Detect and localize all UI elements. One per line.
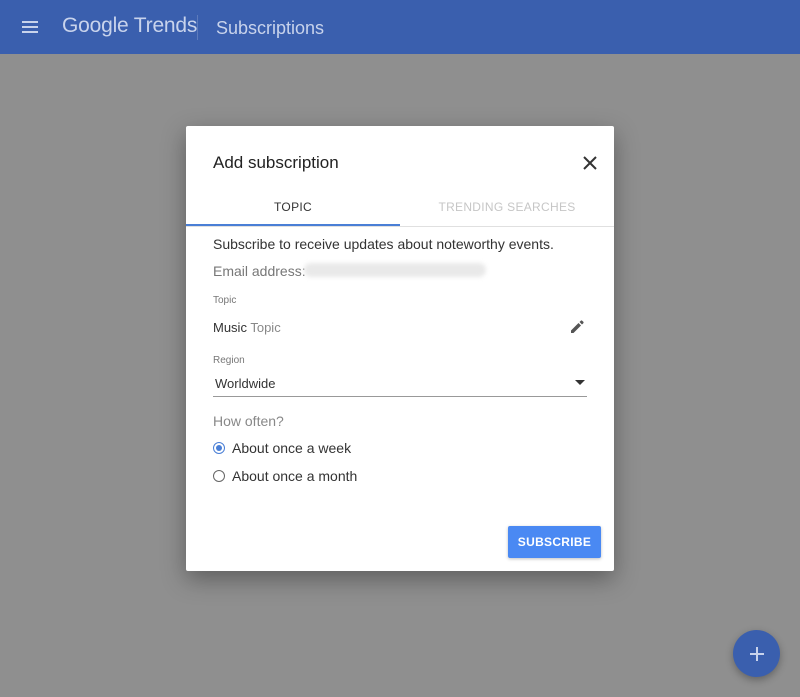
topic-name: Music [213,320,247,335]
radio-unchecked-icon[interactable] [213,470,225,482]
dialog-title: Add subscription [213,153,339,172]
frequency-option-label: About once a week [232,440,352,456]
dialog-description: Subscribe to receive updates about notew… [213,236,554,252]
region-label: Region [213,355,245,366]
add-subscription-fab[interactable] [733,630,780,677]
email-address-redacted [304,263,486,277]
google-trends-logo[interactable]: Google Trends [62,14,197,38]
tab-trending-searches[interactable]: TRENDING SEARCHES [400,188,614,226]
brand-trends: Trends [133,14,198,37]
subscribe-button[interactable]: SUBSCRIBE [508,526,601,558]
region-select[interactable]: Worldwide [213,374,587,397]
plus-icon [749,646,764,661]
topic-value: Music Topic [213,320,281,335]
active-tab-indicator [186,224,400,226]
subscription-tabs: TOPIC TRENDING SEARCHES [186,188,614,227]
frequency-option-month[interactable]: About once a month [213,467,357,485]
email-label: Email address: [213,263,306,279]
topic-type: Topic [250,320,281,335]
region-selected-value: Worldwide [215,376,276,391]
page-title: Subscriptions [216,18,325,38]
frequency-option-label: About once a month [232,468,358,484]
app-header: Google Trends Subscriptions [0,0,800,54]
frequency-option-week[interactable]: About once a week [213,439,351,457]
add-subscription-dialog: Add subscription TOPIC TRENDING SEARCHES… [186,126,614,571]
pencil-icon[interactable] [568,318,586,336]
radio-checked-icon[interactable] [213,442,225,454]
topic-label: Topic [213,295,237,306]
close-icon[interactable] [582,155,598,171]
menu-icon[interactable] [20,17,40,37]
brand-google: Google [62,14,129,37]
frequency-label: How often? [213,413,284,429]
dropdown-arrow-icon [575,380,585,385]
header-divider [197,15,198,40]
tab-topic[interactable]: TOPIC [186,188,400,226]
